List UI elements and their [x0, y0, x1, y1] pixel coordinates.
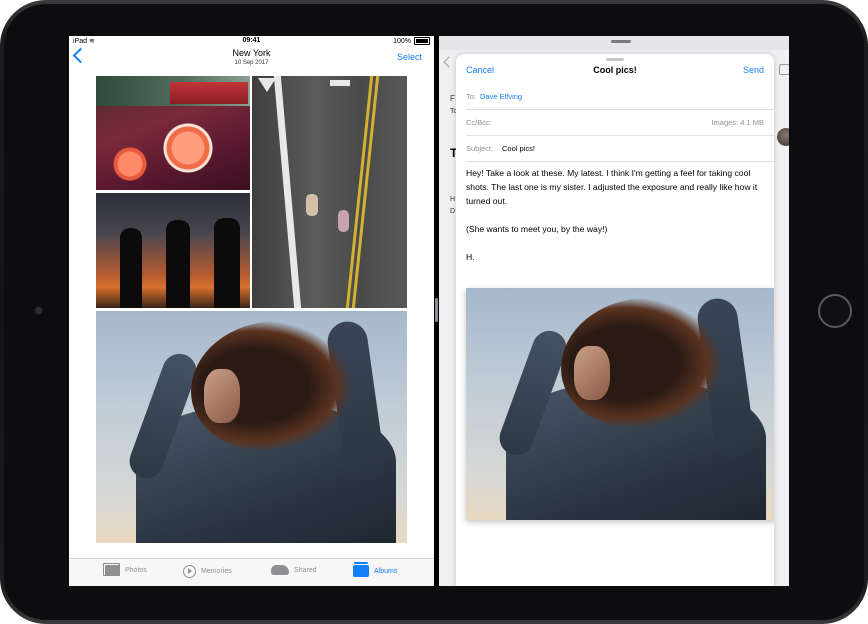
send-button[interactable]: Send	[743, 65, 764, 75]
tab-photos[interactable]: Photos	[103, 563, 147, 576]
silhouette	[120, 228, 142, 308]
front-camera	[35, 307, 42, 314]
multitasking-grabber[interactable]	[611, 40, 631, 43]
tab-label: Memories	[201, 568, 232, 575]
status-bar: iPad ≋ 09:41 100%	[69, 36, 434, 46]
mail-top-strip	[439, 36, 789, 50]
white-lane-line	[273, 76, 302, 308]
to-label: To:	[466, 92, 477, 101]
subject-field[interactable]: Subject: Cool pics!	[466, 136, 774, 162]
tab-label: Shared	[294, 566, 317, 574]
message-body[interactable]: Hey! Take a look at these. My latest. I …	[466, 166, 766, 278]
pedestrian	[306, 194, 318, 216]
pedestrian	[338, 210, 349, 232]
road-arrow	[258, 78, 276, 92]
body-paragraph: Hey! Take a look at these. My latest. I …	[466, 168, 758, 206]
tab-memories[interactable]: Memories	[183, 565, 232, 578]
photos-app-pane: iPad ≋ 09:41 100% New York 10 Sep 2017 S…	[69, 36, 434, 586]
battery-percent: 100%	[393, 37, 411, 45]
photo-grapefruit[interactable]	[96, 76, 250, 190]
mail-line-initial: D	[450, 208, 456, 215]
face	[204, 369, 240, 423]
to-field[interactable]: To: Dave Elfving	[466, 84, 774, 110]
to-recipient[interactable]: Dave Elfving	[480, 92, 522, 101]
status-time: 09:41	[242, 37, 261, 44]
silhouette	[214, 218, 240, 308]
album-date: 10 Sep 2017	[234, 60, 269, 66]
road-arrow	[330, 80, 350, 86]
select-button[interactable]: Select	[397, 52, 422, 62]
sender-initial: F	[450, 94, 455, 103]
mail-line-initial: H	[450, 196, 456, 203]
compose-title: Cool pics!	[593, 65, 637, 75]
cc-bcc-label: Cc/Bcc:	[466, 118, 492, 127]
attached-photo[interactable]	[466, 288, 774, 520]
album-title: New York	[232, 48, 271, 58]
memories-icon	[183, 565, 196, 578]
back-chevron-icon[interactable]	[443, 56, 455, 68]
avatar	[777, 128, 789, 146]
photo-street[interactable]	[252, 76, 407, 308]
images-size: Images: 4.1 MB	[711, 118, 764, 127]
split-view-handle[interactable]	[435, 298, 438, 322]
cloud-icon	[271, 565, 289, 575]
tab-label: Albums	[374, 567, 398, 575]
subject-label: Subject:	[466, 144, 494, 153]
tab-label: Photos	[125, 567, 147, 574]
photo-woman-portrait[interactable]	[96, 311, 407, 543]
ipad-device: iPad ≋ 09:41 100% New York 10 Sep 2017 S…	[0, 0, 868, 624]
screen: iPad ≋ 09:41 100% New York 10 Sep 2017 S…	[69, 36, 789, 586]
body-signature: H.	[466, 252, 475, 262]
photos-icon	[103, 563, 120, 576]
face	[574, 346, 610, 400]
sheet-grabber[interactable]	[606, 58, 624, 61]
albums-icon	[353, 562, 369, 577]
tab-shared[interactable]: Shared	[271, 565, 317, 575]
tab-bar: Photos Memories Shared Albums	[69, 558, 434, 586]
yellow-lane-line	[345, 76, 374, 308]
compose-icon[interactable]	[779, 64, 789, 75]
photo-silhouettes[interactable]	[96, 193, 250, 308]
subject-value[interactable]: Cool pics!	[502, 144, 535, 153]
cc-bcc-field[interactable]: Cc/Bcc: Images: 4.1 MB	[466, 110, 774, 136]
tab-albums[interactable]: Albums	[353, 562, 398, 577]
body-paragraph: (She wants to meet you, by the way!)	[466, 224, 608, 234]
home-button[interactable]	[818, 294, 852, 328]
silhouette	[166, 220, 190, 308]
compose-sheet: Cancel Cool pics! Send To: Dave Elfving …	[456, 54, 774, 586]
battery-icon	[414, 37, 430, 45]
battery-group: 100%	[393, 37, 430, 45]
photos-nav-bar: New York 10 Sep 2017 Select	[69, 46, 434, 72]
mail-app-pane: F To T H D Cancel Cool pics! Send To: Da…	[439, 36, 789, 586]
red-chair	[170, 82, 248, 104]
